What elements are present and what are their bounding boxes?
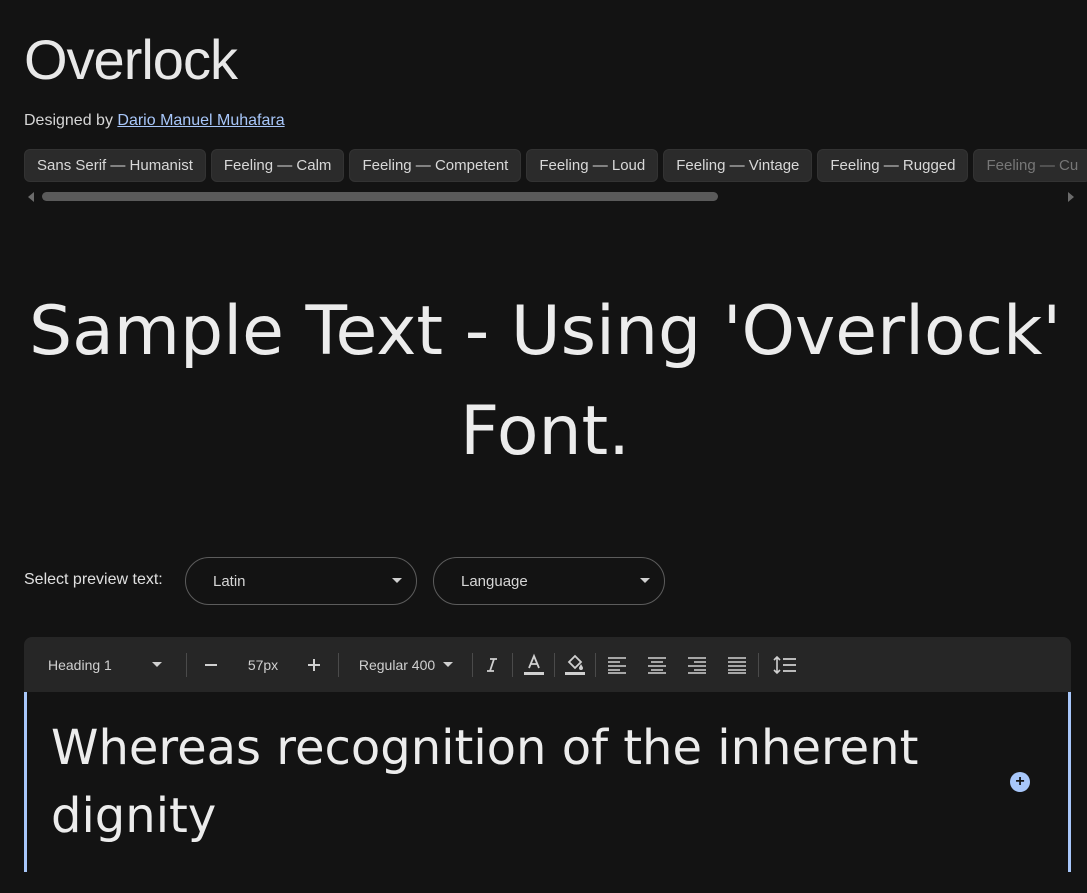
minus-icon: [205, 663, 217, 666]
scrollbar-thumb[interactable]: [42, 192, 718, 201]
text-color-button[interactable]: [518, 637, 550, 692]
tag-chip[interactable]: Feeling — Calm: [210, 149, 345, 182]
text-color-icon: [524, 653, 544, 675]
toolbar-divider: [595, 653, 596, 677]
tag-chip[interactable]: Feeling — Loud: [526, 149, 659, 182]
align-right-icon: [688, 656, 706, 674]
align-justify-icon: [728, 656, 746, 674]
chevron-down-icon: [640, 578, 650, 583]
increase-size-button[interactable]: [299, 637, 329, 692]
text-style-dropdown[interactable]: Heading 1: [36, 637, 176, 692]
tag-chip[interactable]: Feeling — Competent: [349, 149, 522, 182]
language-select-value: Language: [461, 573, 528, 590]
toolbar-divider: [472, 653, 473, 677]
toolbar-divider: [758, 653, 759, 677]
line-spacing-button[interactable]: [768, 637, 802, 692]
script-select[interactable]: Latin: [185, 557, 417, 605]
toolbar-divider: [186, 653, 187, 677]
editor-text[interactable]: Whereas recognition of the inherent dign…: [51, 714, 951, 850]
font-weight-value: Regular 400: [358, 656, 436, 673]
font-size-value[interactable]: 57px: [236, 637, 290, 692]
align-right-button[interactable]: [681, 637, 713, 692]
designed-by-prefix: Designed by: [24, 112, 118, 129]
align-center-icon: [648, 656, 666, 674]
font-title: Overlock: [24, 28, 238, 91]
text-style-value: Heading 1: [48, 656, 112, 673]
chevron-down-icon: [443, 662, 454, 667]
editor-toolbar: Heading 1 57px Regular 400: [24, 637, 1071, 692]
tag-chip[interactable]: Feeling — Cu: [973, 149, 1087, 182]
toolbar-divider: [338, 653, 339, 677]
scroll-left-icon[interactable]: [28, 192, 34, 202]
preview-editor[interactable]: Whereas recognition of the inherent dign…: [24, 692, 1071, 872]
scroll-right-icon[interactable]: [1068, 192, 1074, 202]
add-circle-icon[interactable]: +: [1010, 772, 1030, 792]
italic-button[interactable]: [478, 637, 506, 692]
highlight-color-button[interactable]: [559, 637, 591, 692]
font-weight-dropdown[interactable]: Regular 400: [346, 637, 466, 692]
align-left-button[interactable]: [601, 637, 633, 692]
designer-line: Designed by Dario Manuel Muhafara: [24, 111, 285, 131]
tag-chip[interactable]: Sans Serif — Humanist: [24, 149, 206, 182]
tag-chip[interactable]: Feeling — Vintage: [663, 149, 813, 182]
sample-text: Sample Text - Using 'Overlock' Font.: [28, 292, 1062, 471]
script-select-value: Latin: [213, 573, 246, 590]
tag-list: Sans Serif — Humanist Feeling — Calm Feeli…: [24, 149, 1087, 182]
italic-icon: [487, 657, 497, 672]
align-center-button[interactable]: [641, 637, 673, 692]
chevron-down-icon: [151, 662, 162, 667]
decrease-size-button[interactable]: [196, 637, 226, 692]
line-spacing-icon: [773, 655, 796, 674]
align-left-icon: [608, 656, 626, 674]
highlight-color-icon: [565, 654, 585, 675]
toolbar-divider: [512, 653, 513, 677]
plus-icon: [308, 658, 320, 671]
designer-link[interactable]: Dario Manuel Muhafara: [117, 112, 284, 129]
preview-label: Select preview text:: [24, 571, 163, 588]
tag-scrollbar[interactable]: [24, 190, 1074, 202]
language-select[interactable]: Language: [433, 557, 665, 605]
tag-chip[interactable]: Feeling — Rugged: [817, 149, 969, 182]
align-justify-button[interactable]: [721, 637, 753, 692]
toolbar-divider: [554, 653, 555, 677]
chevron-down-icon: [392, 578, 402, 583]
